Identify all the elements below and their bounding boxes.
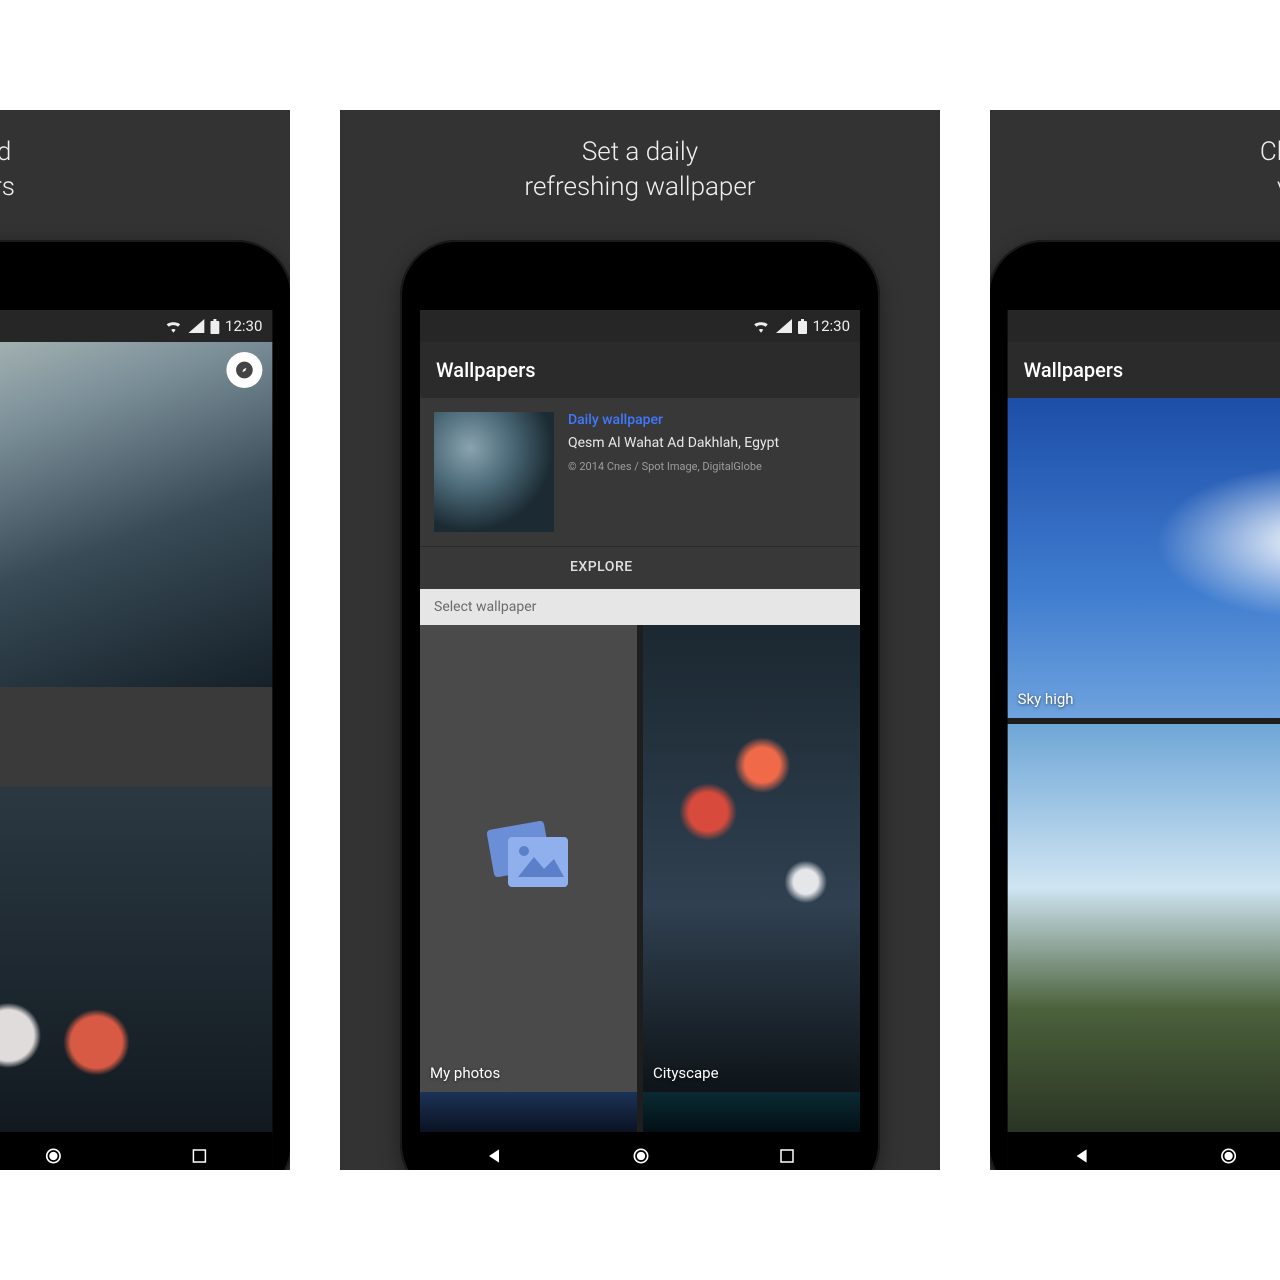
- app-title: Wallpapers: [1024, 358, 1124, 382]
- category-my-photos[interactable]: My photos: [420, 625, 637, 1092]
- status-bar: 12:30: [0, 310, 272, 342]
- nav-back-icon[interactable]: [1071, 1146, 1091, 1166]
- wallpaper-preview[interactable]: [0, 342, 272, 687]
- phone-frame: 12:30 Wallpapers Sky high: [990, 240, 1280, 1170]
- signal-icon: [188, 319, 204, 333]
- promo-panel-left: and pers 12:30 at Ad pt Spot Image,: [0, 110, 290, 1170]
- nav-back-icon[interactable]: [484, 1146, 504, 1166]
- status-time: 12:30: [813, 317, 850, 335]
- nav-recents-icon[interactable]: [778, 1147, 796, 1165]
- promo-text: Choo va: [990, 110, 1280, 230]
- app-bar: Wallpapers: [420, 342, 860, 398]
- status-bar: 12:30: [1008, 310, 1280, 342]
- nav-home-icon[interactable]: [43, 1146, 63, 1166]
- nav-home-icon[interactable]: [631, 1146, 651, 1166]
- app-title: Wallpapers: [436, 358, 536, 382]
- next-wallpaper-peek[interactable]: [0, 787, 272, 1132]
- phone-screen: 12:30 Wallpapers Daily wallpaper Qesm Al…: [420, 310, 860, 1170]
- photos-icon: [484, 819, 574, 899]
- promo-text: Set a daily refreshing wallpaper: [340, 110, 940, 230]
- battery-icon: [798, 319, 807, 334]
- category-landscape[interactable]: [1008, 724, 1280, 1132]
- daily-wallpaper-label: Daily wallpaper: [568, 412, 846, 428]
- daily-wallpaper-title: Qesm Al Wahat Ad Dakhlah, Egypt: [568, 434, 846, 452]
- category-cityscape[interactable]: Cityscape: [643, 625, 860, 1092]
- explore-button[interactable]: EXPLORE: [420, 546, 860, 589]
- category-row-peek: [420, 1092, 860, 1132]
- signal-icon: [776, 319, 792, 333]
- wallpaper-credit: Spot Image,: [0, 752, 258, 765]
- android-nav-bar: [1008, 1132, 1280, 1170]
- app-bar: Wallpapers: [1008, 342, 1280, 398]
- daily-wallpaper-card[interactable]: Daily wallpaper Qesm Al Wahat Ad Dakhlah…: [420, 398, 860, 589]
- battery-icon: [210, 319, 219, 334]
- wifi-icon: [164, 319, 182, 333]
- nav-recents-icon[interactable]: [191, 1147, 209, 1165]
- explore-fab[interactable]: [226, 352, 262, 388]
- wallpaper-info-card: at Ad pt Spot Image,: [0, 687, 272, 786]
- category-grid: My photos Cityscape: [420, 625, 860, 1092]
- wifi-icon: [752, 319, 770, 333]
- category-tile-peek[interactable]: [420, 1092, 637, 1132]
- promo-panel-center: Set a daily refreshing wallpaper 12:30 W…: [340, 110, 940, 1170]
- status-time: 12:30: [225, 317, 262, 335]
- daily-wallpaper-credit: © 2014 Cnes / Spot Image, DigitalGlobe: [568, 460, 846, 473]
- category-label: Sky high: [1018, 690, 1074, 708]
- phone-screen: 12:30 at Ad pt Spot Image,: [0, 310, 272, 1170]
- category-tile-peek[interactable]: [643, 1092, 860, 1132]
- promo-text: and pers: [0, 110, 290, 230]
- select-wallpaper-header: Select wallpaper: [420, 589, 860, 625]
- phone-screen: 12:30 Wallpapers Sky high: [1008, 310, 1280, 1170]
- compass-icon: [234, 360, 254, 380]
- promo-panel-right: Choo va 12:30 Wallpapers Sky high: [990, 110, 1280, 1170]
- wallpaper-subtitle: pt: [0, 728, 258, 744]
- daily-wallpaper-thumb[interactable]: [434, 412, 554, 532]
- wallpaper-title: at Ad: [0, 701, 258, 723]
- android-nav-bar: [420, 1132, 860, 1170]
- category-label: My photos: [430, 1064, 500, 1082]
- category-sky-high[interactable]: Sky high: [1008, 398, 1280, 718]
- status-bar: 12:30: [420, 310, 860, 342]
- phone-frame: 12:30 Wallpapers Daily wallpaper Qesm Al…: [400, 240, 880, 1170]
- android-nav-bar: [0, 1132, 272, 1170]
- category-label: Cityscape: [653, 1064, 719, 1082]
- phone-frame: 12:30 at Ad pt Spot Image,: [0, 240, 290, 1170]
- nav-home-icon[interactable]: [1219, 1146, 1239, 1166]
